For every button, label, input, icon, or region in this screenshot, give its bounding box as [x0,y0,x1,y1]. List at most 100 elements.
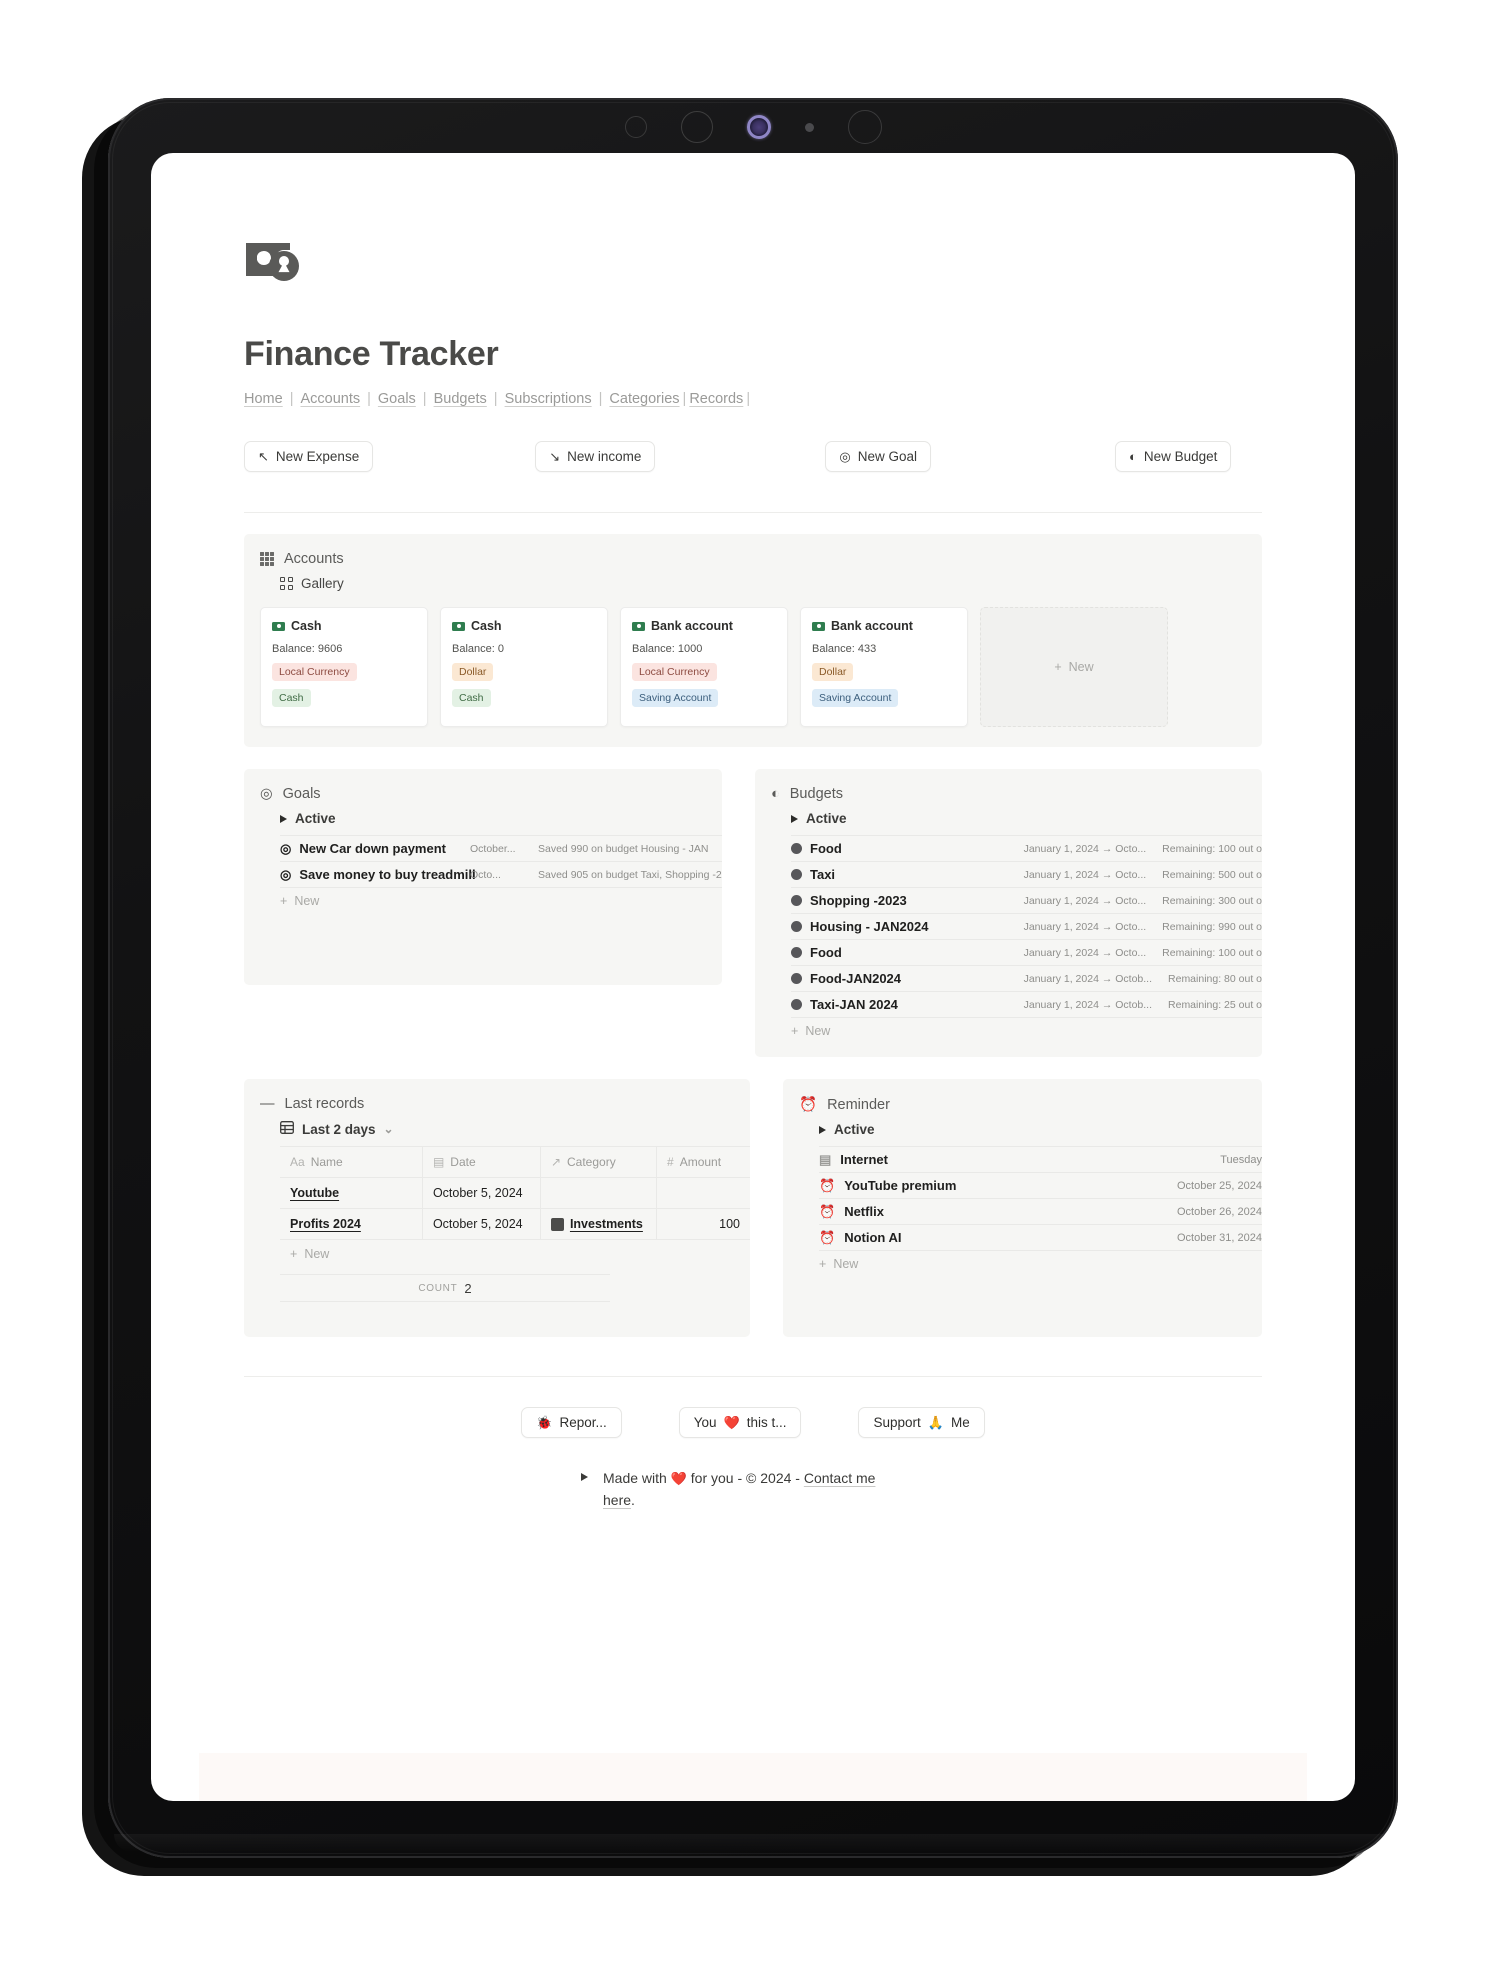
reminder-row[interactable]: ▤ Internet Tuesday [819,1146,1262,1172]
credit-prefix: Made with [603,1470,667,1486]
money-icon [812,621,825,631]
new-budget-button[interactable]: ◐ New Budget [1115,441,1232,472]
new-account-button[interactable]: + New [980,607,1168,727]
new-budget-row-button[interactable]: + New [791,1017,1262,1043]
table-row[interactable]: Profits 2024 October 5, 2024 Investments… [280,1209,750,1240]
budget-date-range: January 1, 2024 → Octo... [1023,842,1147,855]
new-budget-label: New Budget [1143,449,1218,464]
goals-list: ◎ New Car down payment October... Saved … [244,835,722,913]
account-name: Cash [291,619,322,633]
minus-icon: — [260,1096,275,1112]
goals-title: Goals [282,786,321,802]
budget-row[interactable]: Food January 1, 2024 → Octo... Remaining… [791,835,1262,861]
account-card[interactable]: Bank account Balance: 433 Dollar Saving … [800,607,968,727]
reminder-row[interactable]: ⏰ Notion AI October 31, 2024 [819,1224,1262,1250]
new-record-button[interactable]: + New [280,1240,750,1268]
goal-row[interactable]: ◎ Save money to buy treadmill Octo... Sa… [280,861,722,887]
budget-name: Food [810,841,842,856]
records-count-footer[interactable]: COUNT 2 [280,1274,610,1302]
budget-row[interactable]: Shopping -2023 January 1, 2024 → Octo...… [791,887,1262,913]
account-card[interactable]: Bank account Balance: 1000 Local Currenc… [620,607,788,727]
budget-date-range: January 1, 2024 → Octo... [1023,894,1147,907]
reminder-list: ▤ Internet Tuesday ⏰ YouTube premium Octob… [783,1146,1262,1276]
report-bug-button[interactable]: 🐞 Repor... [521,1407,622,1438]
nav-link-categories[interactable]: Categories [609,391,679,407]
new-expense-button[interactable]: ↖ New Expense [244,441,374,472]
new-goal-button[interactable]: ◎ New Goal [825,441,932,472]
goal-row[interactable]: ◎ New Car down payment October... Saved … [280,835,722,861]
records-view-label: Last 2 days [302,1121,376,1137]
budget-name: Taxi-JAN 2024 [810,997,898,1012]
credit-year: 2024 - [760,1470,800,1486]
reminder-title: Reminder [827,1096,890,1113]
account-card[interactable]: Cash Balance: 9606 Local Currency Cash [260,607,428,727]
support-me-button[interactable]: Support 🙏 Me [858,1407,985,1438]
column-header-category[interactable]: ↗ Category [541,1147,657,1177]
circle-icon [791,869,802,880]
nav-link-goals[interactable]: Goals [378,391,416,407]
column-header-date[interactable]: ▤ Date [423,1147,541,1177]
triangle-right-icon[interactable] [581,1473,588,1481]
reminder-date: October 25, 2024 [1176,1179,1262,1192]
account-tag-type: Saving Account [812,689,899,708]
record-name[interactable]: Profits 2024 [290,1217,361,1231]
budgets-header[interactable]: ◐ Budgets [755,769,1262,802]
records-view-tab[interactable]: Last 2 days ⌄ [244,1112,750,1137]
account-balance: Balance: 1000 [632,643,703,655]
reminder-header[interactable]: ⏰ Reminder [783,1079,1262,1114]
page-content: Finance Tracker Home | Accounts | Goals … [151,153,1355,1511]
new-income-button[interactable]: ↘ New income [535,441,656,472]
count-value: 2 [464,1280,472,1296]
plus-icon: + [819,1256,827,1271]
nav-link-accounts[interactable]: Accounts [300,391,360,407]
circle-icon [791,843,802,854]
arrow-up-left-icon: ↖ [258,449,269,464]
goals-header[interactable]: ◎ Goals [244,769,722,802]
new-reminder-button[interactable]: + New [819,1250,1262,1276]
account-card[interactable]: Cash Balance: 0 Dollar Cash [440,607,608,727]
accounts-view-tab[interactable]: Gallery [244,567,1262,591]
reminder-name: Internet [840,1152,888,1167]
nav-separator: | [289,391,294,407]
last-records-header[interactable]: — Last records [244,1079,750,1112]
nav-separator: | [493,391,498,407]
budget-row[interactable]: Food-JAN2024 January 1, 2024 → Octob... … [791,965,1262,991]
account-tag-currency: Dollar [452,663,494,682]
plus-icon: + [1054,660,1062,674]
accounts-title: Accounts [284,551,344,567]
chevron-down-icon[interactable]: ⌄ [384,1122,394,1136]
page-canvas: Finance Tracker Home | Accounts | Goals … [151,153,1355,1801]
column-header-amount[interactable]: # Amount [657,1147,750,1177]
quick-action-bar: ↖ New Expense ↘ New income ◎ New Goal ◐ … [244,441,1262,472]
budget-row[interactable]: Housing - JAN2024 January 1, 2024 → Octo… [791,913,1262,939]
reminder-group-toggle[interactable]: Active [783,1113,1262,1137]
page-title: Finance Tracker [244,335,499,373]
account-card-title: Cash [452,619,596,633]
goals-panel: ◎ Goals Active ◎ New Car down payment Oc… [244,769,722,985]
nav-link-budgets[interactable]: Budgets [434,391,487,407]
reminder-row[interactable]: ⏰ YouTube premium October 25, 2024 [819,1172,1262,1198]
sensor-ring-medium-icon [680,111,713,143]
budget-row[interactable]: Taxi-JAN 2024 January 1, 2024 → Octob...… [791,991,1262,1017]
account-name: Bank account [651,619,733,633]
record-name[interactable]: Youtube [290,1186,339,1200]
budgets-group-toggle[interactable]: Active [755,802,1262,826]
column-header-name[interactable]: Aa Name [280,1147,423,1177]
number-hash-icon: # [667,1155,674,1169]
money-icon [632,621,645,631]
reminder-row[interactable]: ⏰ Netflix October 26, 2024 [819,1198,1262,1224]
page-bottom-band [199,1753,1307,1801]
goal-date: Octo... [470,868,501,881]
nav-link-home[interactable]: Home [244,391,283,407]
goal-name: New Car down payment [299,841,446,856]
budget-row[interactable]: Taxi January 1, 2024 → Octo... Remaining… [791,861,1262,887]
new-goal-row-button[interactable]: + New [280,887,722,913]
love-template-button[interactable]: You ❤️ this t... [678,1407,802,1438]
budget-row[interactable]: Food January 1, 2024 → Octo... Remaining… [791,939,1262,965]
goals-group-toggle[interactable]: Active [244,802,722,826]
table-row[interactable]: Youtube October 5, 2024 [280,1178,750,1209]
nav-link-subscriptions[interactable]: Subscriptions [505,391,592,407]
nav-link-records[interactable]: Records [689,391,743,407]
accounts-header[interactable]: Accounts [244,534,1262,567]
credit-end: . [631,1491,635,1508]
